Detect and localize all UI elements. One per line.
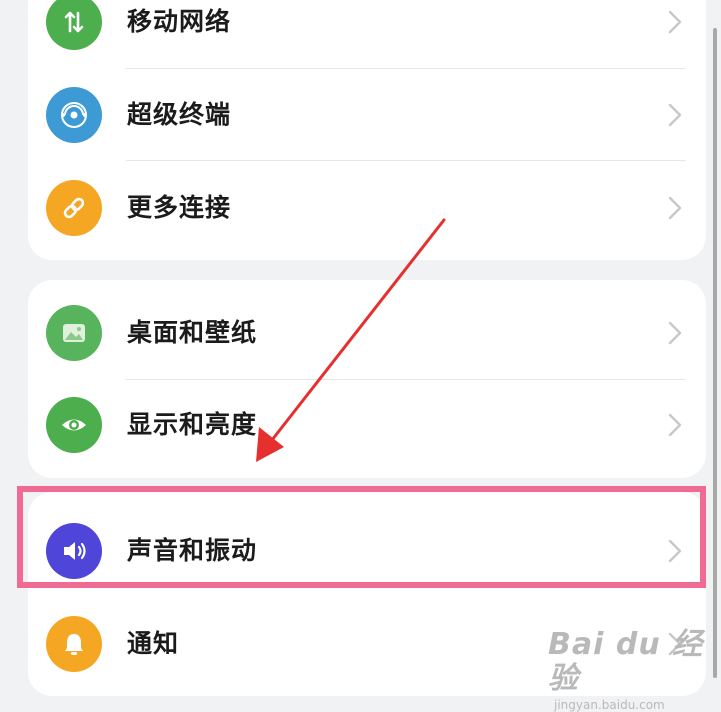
watermark-brand: Bai du 经验 [548,627,704,696]
annotation-arrow [256,218,446,462]
baidu-jingyan-watermark: Bai du 经验 jingyan.baidu.com [548,628,721,712]
